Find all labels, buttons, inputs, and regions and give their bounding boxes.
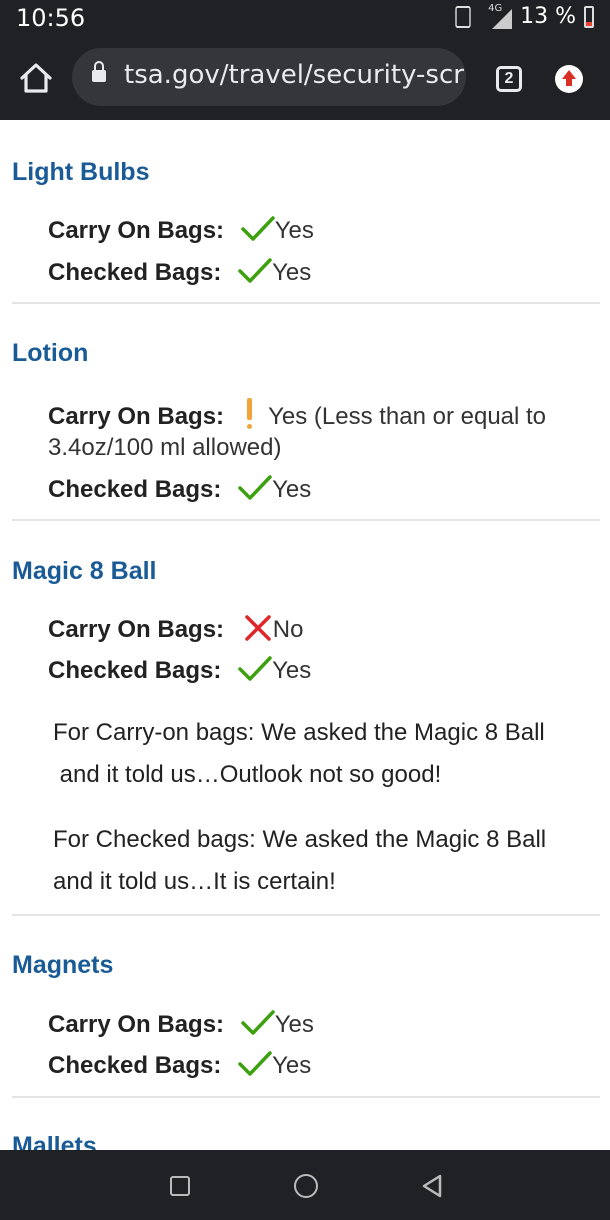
- divider: [12, 914, 600, 916]
- divider: [12, 519, 600, 521]
- check-icon: [240, 1010, 275, 1035]
- item-title-light-bulbs[interactable]: Light Bulbs: [12, 158, 149, 187]
- checked-value: Yes: [272, 1052, 312, 1079]
- lock-icon: [92, 61, 106, 83]
- back-icon[interactable]: [420, 1174, 444, 1198]
- carry-on-note-line2: and it told us…Outlook not so good!: [53, 761, 442, 788]
- home-icon: [20, 63, 52, 93]
- item-title-mallets[interactable]: Mallets: [12, 1132, 97, 1150]
- carry-on-value: Yes (Less than or equal to: [268, 403, 547, 430]
- item-title-magnets[interactable]: Magnets: [12, 951, 113, 980]
- checked-value: Yes: [272, 657, 312, 684]
- browser-toolbar: tsa.gov/travel/security-scr 2: [0, 36, 610, 120]
- checked-row: Checked Bags: Yes: [48, 656, 311, 685]
- carry-on-row: Carry On Bags: Yes (Less than or equal to: [48, 398, 546, 431]
- carry-on-label: Carry On Bags:: [48, 217, 225, 244]
- check-icon: [240, 216, 275, 241]
- checked-note-line2: and it told us…It is certain!: [53, 868, 336, 895]
- item-title-magic-8-ball[interactable]: Magic 8 Ball: [12, 557, 157, 586]
- item-title-lotion[interactable]: Lotion: [12, 339, 88, 368]
- carry-on-note: For Carry-on bags: We asked the Magic 8 …: [53, 712, 573, 796]
- url-text[interactable]: tsa.gov/travel/security-scr: [124, 60, 464, 90]
- divider: [12, 302, 600, 304]
- carry-on-value-line2: 3.4oz/100 ml allowed): [48, 434, 282, 461]
- status-time: 10:56: [16, 4, 86, 32]
- carry-on-row: Carry On Bags: No: [48, 615, 303, 644]
- checked-label: Checked Bags:: [48, 259, 222, 286]
- carry-on-value: Yes: [274, 1011, 314, 1038]
- update-button[interactable]: [555, 65, 583, 93]
- carry-on-label: Carry On Bags:: [48, 1011, 225, 1038]
- battery-percent: 13 %: [520, 4, 576, 29]
- carry-on-note-line1: For Carry-on bags: We asked the Magic 8 …: [53, 719, 545, 746]
- home-nav-icon[interactable]: [294, 1174, 318, 1198]
- vibrate-icon: [455, 5, 471, 28]
- status-icons: 4G 13 %: [452, 3, 594, 29]
- carry-on-row: Carry On Bags: Yes: [48, 216, 314, 245]
- address-bar[interactable]: tsa.gov/travel/security-scr: [72, 48, 466, 106]
- caution-icon: [244, 398, 254, 430]
- home-button[interactable]: [16, 58, 56, 98]
- carry-on-row: Carry On Bags: Yes: [48, 1010, 314, 1039]
- recents-icon[interactable]: [170, 1176, 190, 1196]
- signal-icon: 4G: [482, 3, 513, 29]
- battery-icon: [584, 5, 594, 28]
- check-icon: [238, 475, 272, 500]
- checked-note-line1: For Checked bags: We asked the Magic 8 B…: [53, 826, 547, 853]
- divider: [12, 1096, 600, 1098]
- check-icon: [238, 258, 272, 283]
- checked-label: Checked Bags:: [48, 476, 222, 503]
- checked-row: Checked Bags: Yes: [48, 1051, 311, 1080]
- system-nav-bar: [0, 1150, 610, 1220]
- carry-on-value: Yes: [274, 217, 314, 244]
- checked-value: Yes: [272, 476, 312, 503]
- checked-row: Checked Bags: Yes: [48, 475, 311, 504]
- carry-on-value: No: [272, 616, 304, 643]
- page-content: Light Bulbs Carry On Bags: Yes Checked B…: [0, 120, 610, 1150]
- carry-on-value-continued: 3.4oz/100 ml allowed): [48, 434, 281, 462]
- check-icon: [238, 1051, 272, 1076]
- carry-on-label: Carry On Bags:: [48, 616, 225, 643]
- tab-switcher-button[interactable]: 2: [496, 66, 522, 92]
- checked-label: Checked Bags:: [48, 1052, 222, 1079]
- check-icon: [238, 656, 272, 681]
- carry-on-label: Carry On Bags:: [48, 403, 225, 430]
- x-icon: [244, 615, 271, 641]
- checked-label: Checked Bags:: [48, 657, 222, 684]
- checked-value: Yes: [272, 259, 312, 286]
- status-bar: 10:56 4G 13 %: [0, 0, 610, 36]
- checked-row: Checked Bags: Yes: [48, 258, 311, 287]
- checked-note: For Checked bags: We asked the Magic 8 B…: [53, 819, 573, 903]
